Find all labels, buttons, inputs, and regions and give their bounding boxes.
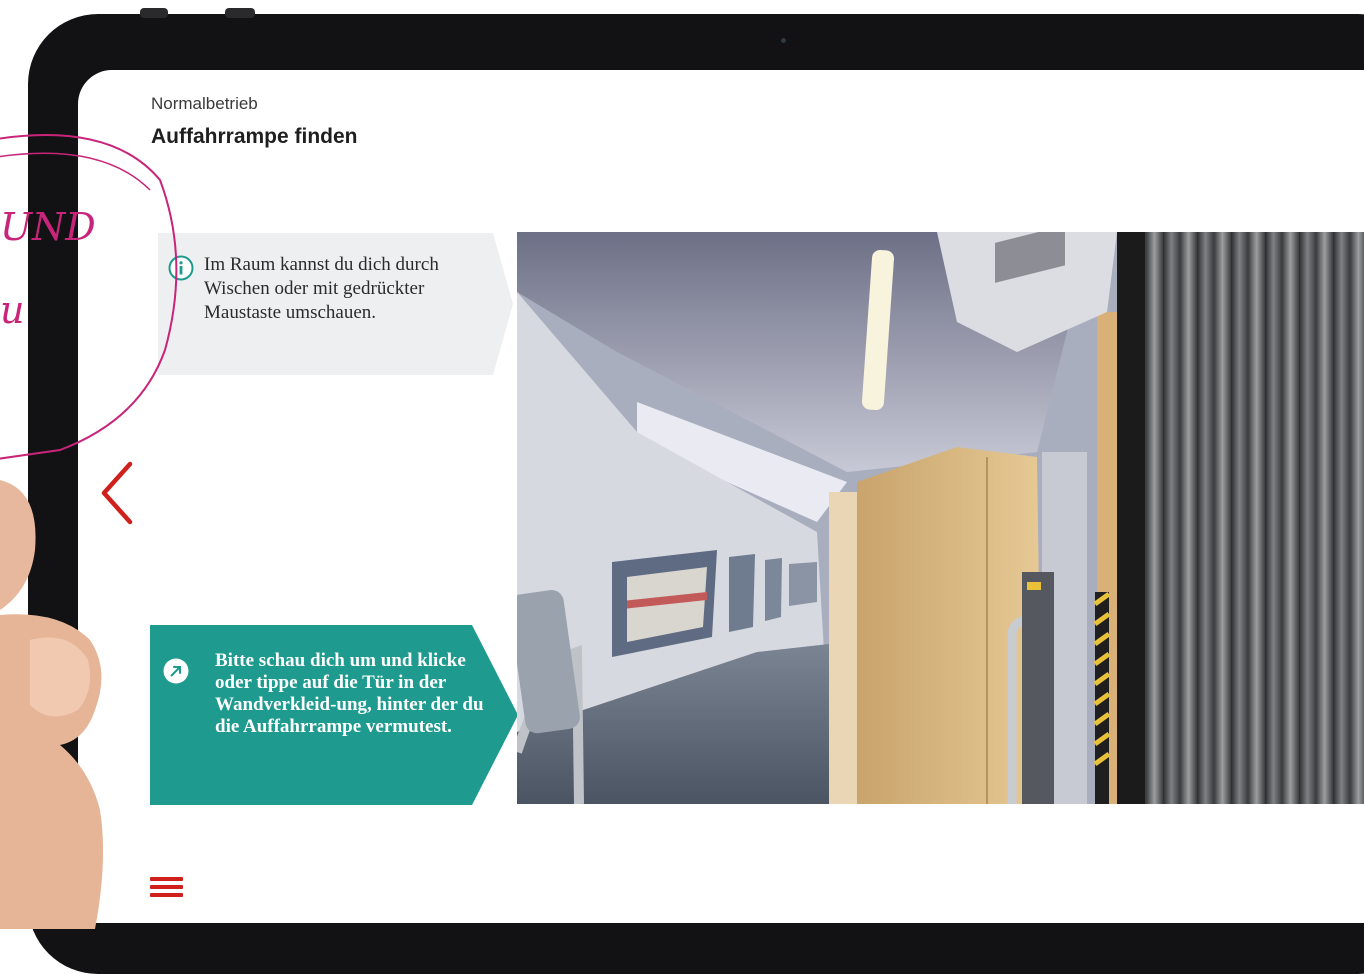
menu-bar bbox=[150, 885, 183, 889]
hand bbox=[0, 480, 104, 929]
info-circle-icon bbox=[168, 255, 194, 281]
menu-bar bbox=[150, 893, 183, 897]
menu-bar bbox=[150, 877, 183, 881]
app-screen: Normalbetrieb Auffahrrampe finden Im Rau… bbox=[78, 70, 1364, 923]
window bbox=[729, 554, 755, 632]
hamburger-menu-icon[interactable] bbox=[150, 870, 184, 904]
panorama-train-interior[interactable] bbox=[517, 232, 1364, 804]
stair-lift bbox=[1022, 572, 1054, 804]
window bbox=[765, 558, 782, 621]
task-instruction-box: Bitte schau dich um und klicke oder tipp… bbox=[150, 625, 518, 805]
task-instruction-text: Bitte schau dich um und klicke oder tipp… bbox=[215, 650, 484, 737]
breadcrumb: Normalbetrieb bbox=[151, 94, 258, 113]
window bbox=[789, 562, 817, 606]
power-button bbox=[225, 8, 255, 18]
volume-button bbox=[140, 8, 168, 18]
front-camera bbox=[781, 38, 786, 43]
arrow-up-right-icon bbox=[163, 658, 189, 684]
gangway-bellows bbox=[1137, 232, 1364, 804]
annotation-text-line2: u bbox=[0, 288, 25, 332]
info-hint-box: Im Raum kannst du dich durch Wischen ode… bbox=[158, 233, 513, 375]
info-hint-text: Im Raum kannst du dich durch Wischen ode… bbox=[204, 254, 439, 323]
page-title: Auffahrrampe finden bbox=[151, 125, 358, 148]
annotation-text-line1: UND bbox=[0, 205, 96, 249]
